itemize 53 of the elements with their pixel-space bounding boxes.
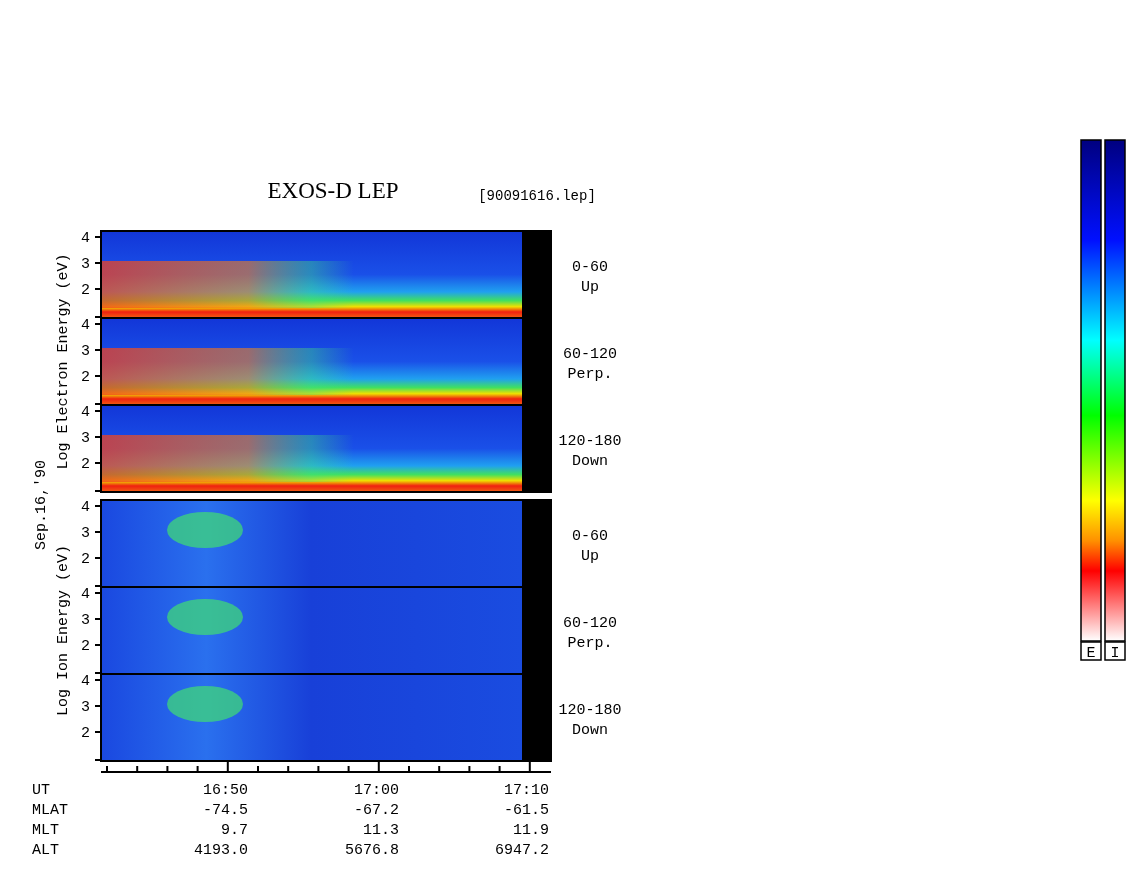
angle-range-label: 0-60 xyxy=(572,528,608,545)
tick-label: 2 xyxy=(81,725,90,742)
tick-label: 3 xyxy=(81,612,90,629)
direction-label: Up xyxy=(581,279,599,296)
angle-range-label: 60-120 xyxy=(563,615,617,632)
tick-label: 4 xyxy=(81,230,90,247)
axis-value: 11.3 xyxy=(363,822,399,839)
row-label: MLT xyxy=(32,822,59,839)
tick-label: 4 xyxy=(81,499,90,516)
tick-label: 2 xyxy=(81,551,90,568)
tick-label: 3 xyxy=(81,699,90,716)
tick-label: 3 xyxy=(81,343,90,360)
axis-title: Log Electron Energy (eV) xyxy=(55,253,72,470)
angle-range-label: 0-60 xyxy=(572,259,608,276)
angle-range-label: 120-180 xyxy=(558,433,622,450)
axis-title: Log Ion Energy (eV) xyxy=(55,545,72,716)
tick-label: 3 xyxy=(81,525,90,542)
axis-value: -61.5 xyxy=(504,802,549,819)
tick-label: 2 xyxy=(81,638,90,655)
axis-value: 9.7 xyxy=(221,822,248,839)
direction-label: Down xyxy=(572,722,608,739)
date-label: Sep.16,'90 xyxy=(33,460,50,550)
tick-label: 3 xyxy=(81,430,90,447)
row-label: MLAT xyxy=(32,802,68,819)
angle-range-label: 60-120 xyxy=(563,346,617,363)
axis-value: -67.2 xyxy=(354,802,399,819)
tick-label: 4 xyxy=(81,404,90,421)
axis-value: 5676.8 xyxy=(345,842,399,859)
tick-label: 4 xyxy=(81,673,90,690)
file-name: [90091616.lep] xyxy=(478,188,596,204)
tick-label: 2 xyxy=(81,369,90,386)
axis-value: 17:00 xyxy=(354,782,399,799)
tick-label: 3 xyxy=(81,256,90,273)
axis-value: 17:10 xyxy=(504,782,549,799)
axis-value: 11.9 xyxy=(513,822,549,839)
axis-value: -74.5 xyxy=(203,802,248,819)
tick-label: 4 xyxy=(81,317,90,334)
tick-label: 4 xyxy=(81,586,90,603)
row-label: UT xyxy=(32,782,50,799)
direction-label: Up xyxy=(581,548,599,565)
plot-title: EXOS-D LEP xyxy=(267,178,399,203)
direction-label: Perp. xyxy=(567,635,613,652)
tick-label: 2 xyxy=(81,282,90,299)
axis-value: 16:50 xyxy=(203,782,248,799)
direction-label: Down xyxy=(572,453,608,470)
axis-value: 4193.0 xyxy=(194,842,248,859)
tick-label: 2 xyxy=(81,456,90,473)
row-label: ALT xyxy=(32,842,59,859)
axis-value: 6947.2 xyxy=(495,842,549,859)
angle-range-label: 120-180 xyxy=(558,702,622,719)
direction-label: Perp. xyxy=(567,366,613,383)
color-scale-label: I xyxy=(1110,645,1120,662)
color-scale-label: E xyxy=(1086,645,1096,662)
